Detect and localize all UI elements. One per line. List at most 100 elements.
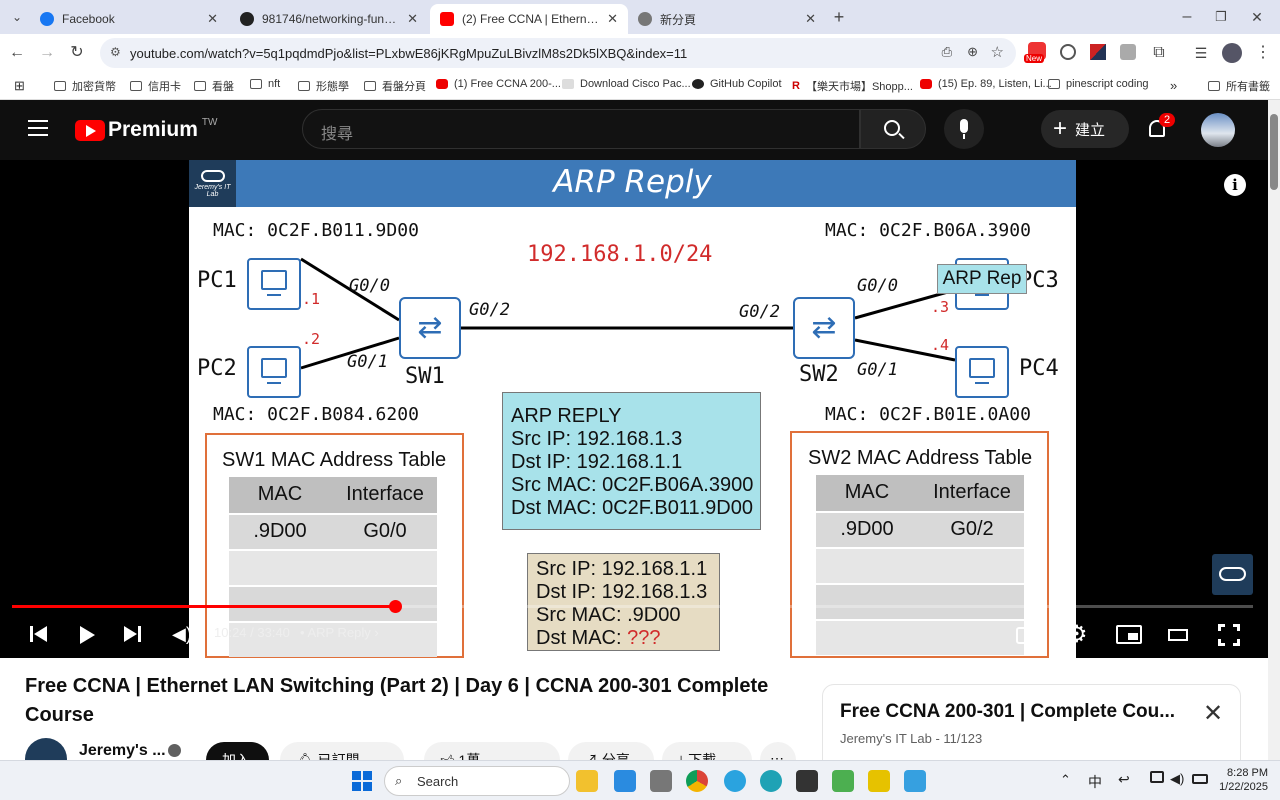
table-row: [816, 549, 1024, 583]
theater-mode-icon[interactable]: [1168, 629, 1188, 641]
volume-icon[interactable]: ◀): [172, 624, 192, 645]
battery-icon[interactable]: [1192, 774, 1208, 784]
clock-date: 1/22/2025: [1219, 781, 1268, 793]
show-hidden-icons[interactable]: ⌃: [1060, 772, 1071, 788]
voice-search-button[interactable]: [944, 109, 984, 149]
video-player[interactable]: Jeremy's IT Lab ARP Reply MAC: 0C2F.B011…: [0, 160, 1268, 658]
create-button[interactable]: + 建立: [1041, 110, 1129, 148]
github-icon: [692, 79, 704, 89]
folder-icon: [130, 81, 142, 91]
terminal-icon[interactable]: [796, 770, 818, 792]
taskbar-search[interactable]: ⌕ Search: [384, 766, 570, 796]
install-icon[interactable]: ⎙: [942, 44, 952, 60]
pc4-mac: MAC: 0C2F.B01E.0A00: [825, 404, 1031, 425]
arp-reply-line: Src IP: 192.168.1.3: [511, 428, 683, 450]
new-tab-button[interactable]: +: [828, 6, 850, 28]
clock[interactable]: 8:28 PM 1/22/2025: [1212, 766, 1268, 794]
fullscreen-icon[interactable]: [1218, 624, 1240, 646]
settings-gear-icon[interactable]: ⚙: [1066, 620, 1088, 649]
all-bookmarks-folder[interactable]: 所有書籤: [1208, 78, 1270, 94]
notifications-button[interactable]: 2: [1146, 113, 1176, 142]
close-icon[interactable]: ✕: [407, 11, 418, 27]
page-scrollbar[interactable]: [1268, 100, 1280, 760]
more-bookmarks-icon[interactable]: »: [1170, 78, 1177, 93]
bookmark-link[interactable]: (15) Ep. 89, Listen, Li...: [920, 78, 1052, 90]
apps-icon[interactable]: ⊞: [14, 78, 25, 94]
tab-github[interactable]: 981746/networking-fundament ✕: [230, 4, 428, 34]
miniplayer-icon[interactable]: [1116, 625, 1142, 644]
info-icon[interactable]: i: [1224, 174, 1246, 196]
scrollbar-thumb[interactable]: [1270, 114, 1278, 190]
extensions-puzzle-icon[interactable]: ⧉: [1148, 42, 1170, 64]
tab-facebook[interactable]: Facebook ✕: [30, 4, 228, 34]
volume-icon[interactable]: ◀): [1170, 771, 1184, 787]
search-input[interactable]: 搜尋: [302, 109, 860, 149]
extension-icon[interactable]: [1060, 44, 1076, 60]
close-playlist-icon[interactable]: ✕: [1203, 699, 1223, 728]
scrubber-handle[interactable]: [389, 600, 402, 613]
app-icon[interactable]: [832, 770, 854, 792]
bookmark-folder[interactable]: 信用卡: [130, 78, 181, 94]
bookmark-folder[interactable]: 加密貨幣: [54, 78, 116, 94]
bookmark-folder[interactable]: 形態學: [298, 78, 349, 94]
edge-icon[interactable]: [760, 770, 782, 792]
tab-new-tab[interactable]: 新分頁 ✕: [628, 4, 826, 34]
bookmark-folder[interactable]: 看盤: [194, 78, 234, 94]
create-label: 建立: [1075, 121, 1106, 139]
app-icon[interactable]: [868, 770, 890, 792]
pc1-icon: [247, 258, 301, 310]
bookmark-link[interactable]: GitHub Copilot: [692, 78, 782, 90]
file-explorer-icon[interactable]: [576, 770, 598, 792]
chapter-button[interactable]: • ARP Reply ›: [300, 625, 379, 640]
header-mac: MAC: [257, 483, 303, 505]
network-icon[interactable]: [1150, 771, 1164, 783]
search-icon: ⌕: [395, 773, 403, 788]
telegram-icon[interactable]: [724, 770, 746, 792]
close-window-button[interactable]: ✕: [1246, 6, 1268, 28]
subtitles-icon[interactable]: [1016, 627, 1040, 644]
channel-name[interactable]: Jeremy's ...: [79, 742, 166, 760]
media-icon[interactable]: ☰: [1190, 42, 1212, 64]
bookmark-folder[interactable]: 看盤分頁: [364, 78, 426, 94]
input-language[interactable]: 中: [1088, 772, 1102, 792]
folder-icon: [250, 79, 262, 89]
app-icon[interactable]: [614, 770, 636, 792]
chrome-icon[interactable]: [686, 770, 708, 792]
folder-icon: [54, 81, 66, 91]
ime-mode-icon[interactable]: ↩: [1118, 771, 1130, 788]
forward-icon[interactable]: →: [36, 42, 58, 64]
reload-icon[interactable]: ↻: [66, 42, 88, 64]
close-icon[interactable]: ✕: [805, 11, 816, 27]
minimize-button[interactable]: –: [1176, 6, 1198, 28]
tab-youtube[interactable]: (2) Free CCNA | Ethernet LAN Sw ✕: [430, 4, 628, 34]
extension-icon[interactable]: [1120, 44, 1136, 60]
bookmark-folder[interactable]: pinescript coding: [1048, 78, 1149, 90]
close-icon[interactable]: ✕: [207, 11, 218, 27]
tab-search-button[interactable]: ⌄: [6, 6, 28, 28]
bookmark-star-icon[interactable]: ☆: [991, 43, 1004, 61]
bookmark-folder[interactable]: nft: [250, 78, 280, 90]
account-avatar[interactable]: [1201, 113, 1235, 147]
windows-start-icon[interactable]: [352, 771, 372, 791]
bookmark-link[interactable]: R 【樂天市場】Shopp...: [792, 78, 913, 94]
profile-avatar[interactable]: [1222, 43, 1242, 63]
bookmark-link[interactable]: (1) Free CCNA 200-...: [436, 78, 561, 90]
address-bar[interactable]: ⚙ youtube.com/watch?v=5q1pqdmdPjo&list=P…: [100, 38, 1016, 68]
youtube-logo[interactable]: Premium TW: [75, 117, 217, 142]
extension-icon[interactable]: [1090, 44, 1106, 60]
header-interface: Interface: [346, 483, 424, 505]
bookmark-link[interactable]: Download Cisco Pac...: [562, 78, 691, 90]
back-icon[interactable]: ←: [6, 42, 28, 64]
notepad-icon[interactable]: [904, 770, 926, 792]
close-icon[interactable]: ✕: [607, 11, 618, 27]
app-icon[interactable]: [650, 770, 672, 792]
zoom-icon[interactable]: ⊕: [967, 44, 978, 60]
menu-icon[interactable]: ⋮: [1252, 42, 1274, 64]
site-info-icon[interactable]: ⚙: [110, 45, 121, 59]
search-button[interactable]: [860, 109, 926, 149]
channel-watermark-icon[interactable]: [1212, 554, 1253, 595]
restore-button[interactable]: ❐: [1210, 6, 1232, 28]
playlist-title[interactable]: Free CCNA 200-301 | Complete Cou...: [840, 701, 1175, 723]
play-icon[interactable]: [80, 626, 95, 644]
hamburger-menu-icon[interactable]: [28, 120, 48, 136]
